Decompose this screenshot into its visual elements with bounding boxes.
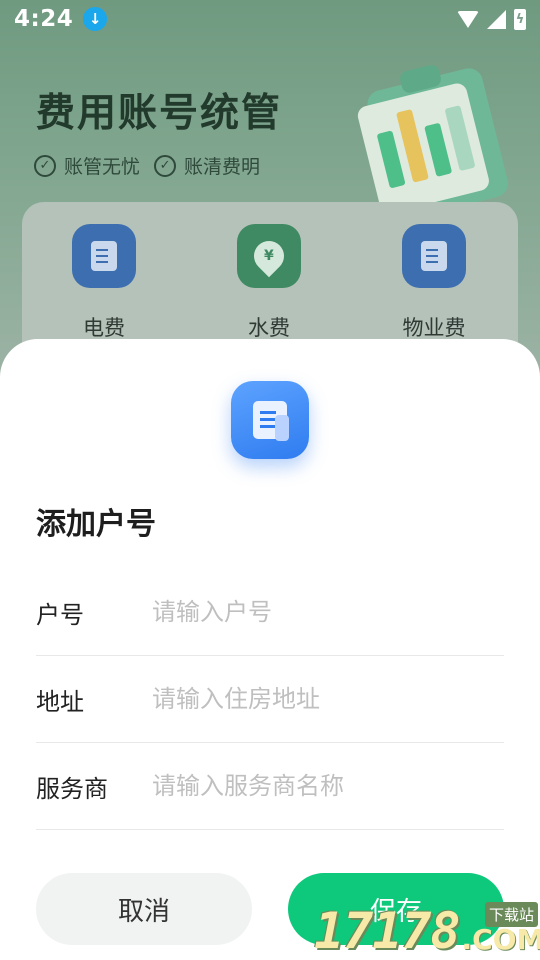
hero-tag: ✓ 账管无忧: [34, 152, 140, 179]
category-item-water[interactable]: ¥ 水费: [209, 224, 329, 342]
check-circle-icon: ✓: [34, 154, 56, 177]
provider-input[interactable]: [152, 772, 504, 800]
provider-label: 服务商: [36, 774, 108, 803]
hero-tag-label: 账管无忧: [64, 156, 141, 178]
status-bar: 4:24 ↓ ϟ: [0, 0, 540, 38]
hero-tag: ✓ 账清费明: [154, 152, 260, 179]
hero-tag-label: 账清费明: [184, 156, 261, 178]
account-number-label: 户号: [36, 600, 84, 629]
account-number-row: 户号: [36, 569, 504, 656]
address-label: 地址: [36, 687, 84, 716]
hero-title: 费用账号统管: [36, 91, 283, 136]
clipboard-illustration: [357, 65, 508, 212]
wifi-icon: [457, 10, 479, 28]
category-item-property[interactable]: 物业费: [374, 224, 494, 342]
category-label: 水费: [248, 316, 290, 340]
download-icon: ↓: [83, 7, 108, 31]
save-button[interactable]: 保存: [288, 873, 504, 945]
provider-row: 服务商: [36, 743, 504, 830]
signal-icon: [487, 9, 506, 29]
check-circle-icon: ✓: [154, 154, 177, 177]
category-label: 物业费: [402, 316, 466, 340]
category-label: 电费: [83, 316, 125, 340]
water-drop-icon: ¥: [237, 224, 301, 288]
add-account-sheet: 添加户号 户号 地址 服务商 取消 保存: [0, 339, 540, 960]
bill-document-icon: [231, 381, 309, 459]
category-item-electricity[interactable]: 电费: [44, 224, 164, 342]
hero-tags: ✓ 账管无忧 ✓ 账清费明: [34, 152, 260, 179]
account-number-input[interactable]: [152, 598, 504, 626]
sheet-title: 添加户号: [36, 507, 156, 542]
cancel-button[interactable]: 取消: [36, 873, 252, 945]
status-icons: ϟ: [457, 8, 526, 30]
document-icon: [402, 224, 466, 288]
address-row: 地址: [36, 656, 504, 743]
address-input[interactable]: [152, 685, 504, 713]
battery-charging-icon: ϟ: [514, 8, 526, 30]
status-time: 4:24: [14, 6, 74, 32]
document-icon: [72, 224, 136, 288]
